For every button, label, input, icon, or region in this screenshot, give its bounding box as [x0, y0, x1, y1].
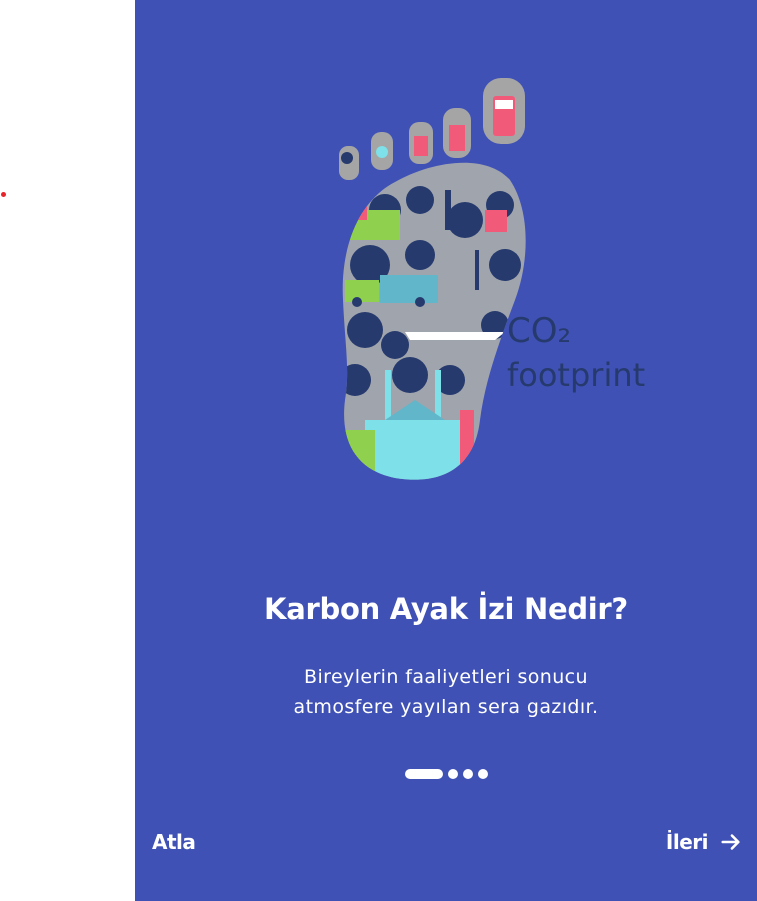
onboarding-panel: CO₂ footprint Karbon Ayak İzi Nedir? Bir… — [135, 0, 757, 901]
carbon-footprint-illustration: CO₂ footprint — [339, 78, 645, 480]
next-button[interactable]: İleri — [666, 830, 742, 854]
left-empty-area — [0, 0, 135, 901]
page-indicator-dot — [463, 769, 473, 779]
co2-logo-text: CO₂ — [507, 311, 571, 351]
page-indicator-dot — [478, 769, 488, 779]
page-indicator — [405, 769, 493, 779]
red-marker — [1, 192, 6, 197]
skip-button[interactable]: Atla — [152, 830, 196, 854]
page-indicator-dot — [448, 769, 458, 779]
page-indicator-dot-active — [405, 769, 443, 779]
footprint-logo-text: footprint — [507, 356, 645, 394]
next-button-label: İleri — [665, 830, 709, 854]
arrow-right-icon — [721, 834, 740, 850]
onboarding-description: Bireylerin faaliyetleri sonucu atmosfere… — [293, 666, 599, 718]
onboarding-title: Karbon Ayak İzi Nedir? — [264, 592, 628, 626]
